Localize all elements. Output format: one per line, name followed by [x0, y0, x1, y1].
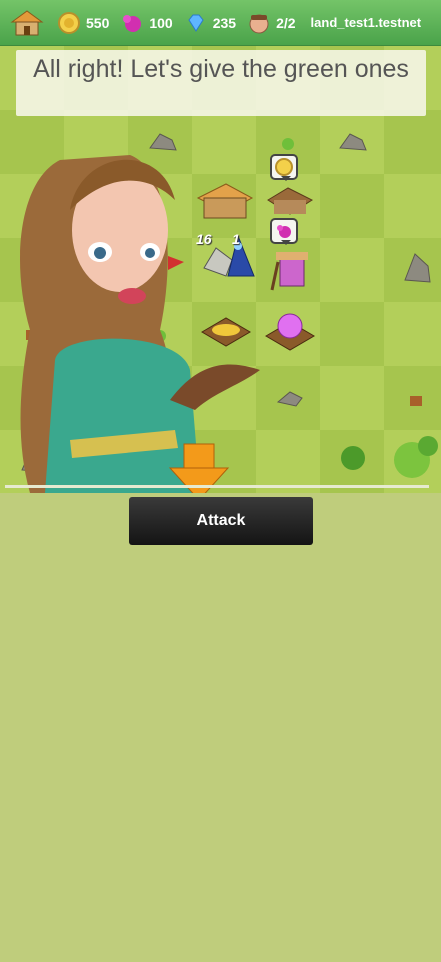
- diamond-value: 235: [212, 14, 237, 31]
- top-bar: 550 100 235 2/2 land_test1.testnet: [0, 0, 441, 46]
- divider: [5, 485, 429, 488]
- orb-resource: 100: [121, 12, 173, 34]
- wizard-count: 1: [232, 231, 240, 247]
- hint-text: All right! Let's give the green ones: [33, 55, 409, 83]
- warrior-count: 16: [196, 231, 212, 247]
- tutorial-hint: All right! Let's give the green ones: [16, 50, 426, 116]
- worker-resource: 2/2: [248, 12, 296, 34]
- attack-button[interactable]: Attack: [129, 497, 313, 545]
- village-house-icon[interactable]: [10, 8, 44, 38]
- gold-coin-icon: [58, 11, 80, 34]
- gold-bubble-icon[interactable]: [270, 154, 298, 181]
- gold-resource: 550: [58, 11, 110, 34]
- diamond-resource: 235: [185, 12, 236, 34]
- account-name: land_test1.testnet: [310, 15, 422, 30]
- orb-value: 100: [149, 14, 173, 31]
- orb-bubble-icon[interactable]: [270, 218, 298, 245]
- worker-value: 2/2: [276, 14, 296, 31]
- gold-value: 550: [86, 14, 110, 31]
- worker-face-icon: [248, 12, 270, 34]
- diamond-icon: [185, 12, 207, 34]
- magic-orb-icon: [121, 12, 143, 34]
- attack-label: Attack: [196, 512, 246, 529]
